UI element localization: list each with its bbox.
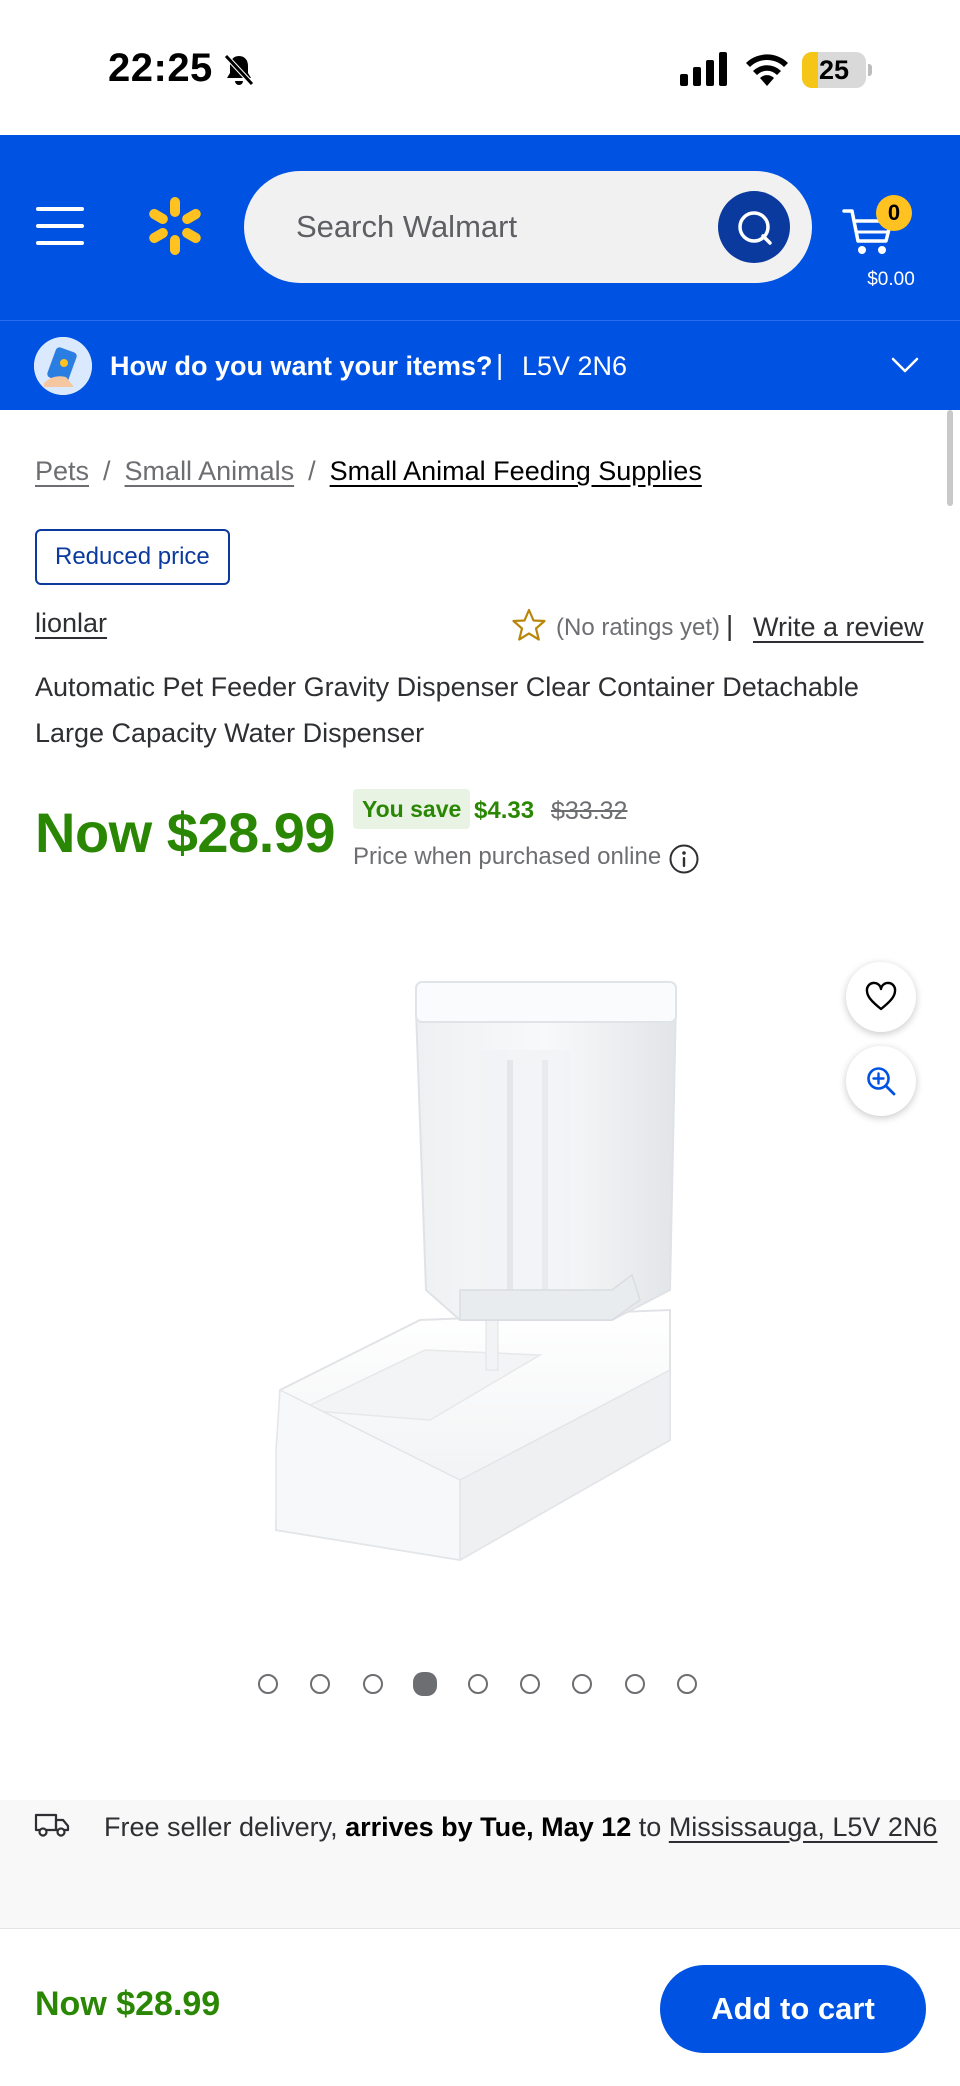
info-icon[interactable]: [668, 843, 700, 875]
carousel-dot[interactable]: [362, 1674, 383, 1694]
delivery-intent-icon: [34, 337, 92, 395]
carousel-dot[interactable]: [413, 1672, 438, 1696]
carousel-dot[interactable]: [258, 1674, 278, 1694]
you-save-badge: You save: [353, 789, 471, 829]
cart-button[interactable]: 0 $0.00: [840, 169, 940, 290]
bottom-price: Now $28.99: [35, 1985, 221, 2023]
battery-level: 25: [818, 55, 850, 85]
divider: |: [496, 349, 504, 380]
original-price: $33.32: [551, 797, 628, 825]
delivery-to: to: [638, 1812, 662, 1842]
fulfillment-selector[interactable]: How do you want your items? | L5V 2N6: [0, 320, 960, 410]
delivery-date: arrives by Tue, May 12: [345, 1812, 632, 1842]
postal-code: L5V 2N6: [522, 351, 628, 381]
favorite-button[interactable]: [846, 962, 916, 1032]
status-bar: 22:25 25: [0, 0, 960, 135]
battery-icon: 25: [802, 52, 872, 88]
breadcrumb-separator: /: [103, 456, 111, 486]
price-note: Price when purchased online: [353, 843, 662, 870]
carousel-dot[interactable]: [624, 1674, 645, 1694]
bottom-bar: Now $28.99 Add to cart: [0, 1928, 960, 2086]
breadcrumb: Pets / Small Animals / Small Animal Feeding …: [35, 456, 702, 487]
truck-icon: [34, 1813, 70, 1837]
delivery-prefix: Free seller delivery,: [104, 1812, 338, 1842]
fulfillment-question: How do you want your items?: [110, 351, 493, 381]
rating-text: (No ratings yet): [556, 614, 721, 641]
scrollbar[interactable]: [947, 410, 953, 506]
savings-amount: $4.33: [474, 797, 535, 824]
zoom-button[interactable]: [846, 1046, 916, 1116]
carousel-dot[interactable]: [572, 1674, 593, 1694]
delivery-location-link[interactable]: Mississauga, L5V 2N6: [669, 1812, 938, 1842]
breadcrumb-feeding-supplies[interactable]: Small Animal Feeding Supplies: [330, 456, 702, 486]
reduced-price-badge: Reduced price: [35, 529, 230, 585]
search-button[interactable]: [718, 191, 790, 263]
search-placeholder: Search Walmart: [296, 209, 518, 244]
add-to-cart-button[interactable]: Add to cart: [660, 1965, 926, 2053]
zoom-in-icon: [867, 1067, 896, 1096]
brand-link[interactable]: lionlar: [35, 608, 107, 639]
breadcrumb-pets[interactable]: Pets: [35, 456, 89, 486]
divider: |: [726, 610, 734, 641]
breadcrumb-small-animals[interactable]: Small Animals: [125, 456, 295, 486]
current-price: Now $28.99: [35, 801, 336, 864]
menu-icon[interactable]: [36, 207, 84, 245]
delivery-text: Free seller delivery, arrives by Tue, Ma…: [104, 1812, 937, 1843]
walmart-spark-logo[interactable]: [144, 195, 206, 257]
star-icon: [512, 608, 546, 641]
status-time: 22:25: [108, 46, 213, 90]
carousel-dot[interactable]: [677, 1674, 698, 1694]
cart-count-badge: 0: [876, 195, 912, 231]
chevron-down-icon: [891, 357, 919, 373]
search-icon: [738, 211, 772, 245]
carousel-dot[interactable]: [310, 1674, 331, 1694]
header: Search Walmart 0 $0.00: [0, 135, 960, 320]
product-title: Automatic Pet Feeder Gravity Dispenser C…: [35, 672, 859, 748]
search-input[interactable]: Search Walmart: [244, 171, 812, 283]
delivery-info: Free seller delivery, arrives by Tue, Ma…: [0, 1800, 960, 1930]
product-image[interactable]: [240, 970, 710, 1570]
carousel-dot[interactable]: [467, 1674, 488, 1694]
write-review-link[interactable]: Write a review: [753, 612, 924, 643]
breadcrumb-separator: /: [308, 456, 316, 486]
wifi-icon: [746, 54, 788, 86]
cellular-signal-icon: [680, 52, 727, 86]
carousel-dot[interactable]: [520, 1674, 540, 1694]
heart-icon: [865, 981, 897, 1011]
bell-muted-icon: [224, 54, 254, 86]
cart-total: $0.00: [867, 269, 915, 290]
